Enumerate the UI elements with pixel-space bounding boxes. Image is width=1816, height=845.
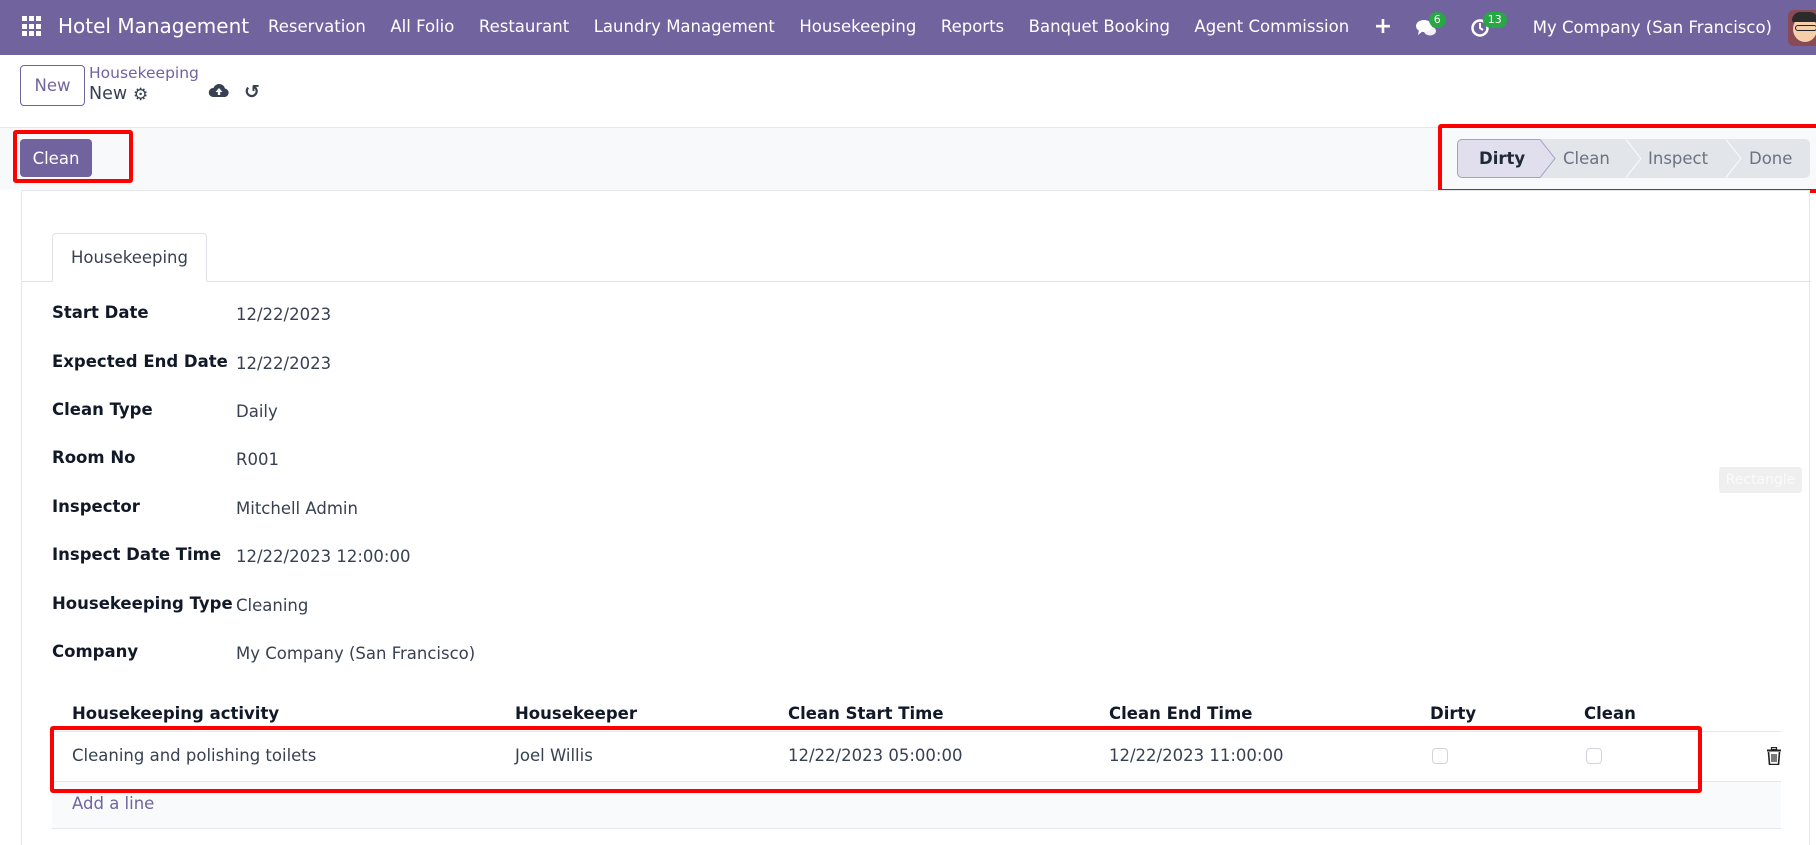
stage-separator <box>1540 139 1556 178</box>
plus-icon[interactable]: + <box>1374 14 1392 39</box>
menu-agent-commission[interactable]: Agent Commission <box>1194 17 1349 42</box>
field-clean-type: Clean Type Daily <box>52 400 1752 424</box>
field-inspect-date-time: Inspect Date Time 12/22/2023 12:00:00 <box>52 545 1752 569</box>
menu-housekeeping[interactable]: Housekeeping <box>799 17 916 42</box>
user-avatar[interactable] <box>1788 9 1816 46</box>
stage-separator <box>1626 139 1642 178</box>
app-menu-grid-icon[interactable] <box>22 16 43 37</box>
add-line-row: Add a line <box>52 782 1781 829</box>
notebook-tabs: Housekeeping <box>22 233 1811 282</box>
cloud-upload-icon[interactable] <box>208 82 230 102</box>
clean-type-value[interactable]: Daily <box>236 402 278 421</box>
field-label: Room No <box>52 448 136 467</box>
menu-banquet-booking[interactable]: Banquet Booking <box>1029 17 1170 42</box>
clean-start-cell[interactable]: 12/22/2023 05:00:00 <box>788 746 962 765</box>
breadcrumb-parent[interactable]: Housekeeping <box>89 64 199 82</box>
table-row[interactable]: Cleaning and polishing toilets Joel Will… <box>52 731 1781 782</box>
control-panel: New Housekeeping New ⚙ ↺ <box>0 55 1816 128</box>
field-room-no: Room No R001 <box>52 448 1752 472</box>
field-label: Inspector <box>52 497 140 516</box>
messages-badge: 6 <box>1428 11 1446 28</box>
menu-reservation[interactable]: Reservation <box>268 17 366 42</box>
field-expected-end-date: Expected End Date 12/22/2023 <box>52 352 1752 376</box>
column-header[interactable]: Clean Start Time <box>788 704 944 723</box>
discard-icon[interactable]: ↺ <box>244 81 260 103</box>
company-switcher[interactable]: My Company (San Francisco) <box>1533 18 1772 37</box>
field-company: Company My Company (San Francisco) <box>52 642 1752 666</box>
inspect-date-time-value[interactable]: 12/22/2023 12:00:00 <box>236 547 410 566</box>
menu-laundry-management[interactable]: Laundry Management <box>594 17 775 42</box>
field-label: Inspect Date Time <box>52 545 222 564</box>
activities-button[interactable]: 13 <box>1465 11 1507 43</box>
form-sheet: Housekeeping Start Date 12/22/2023 Expec… <box>21 190 1811 845</box>
column-header[interactable]: Dirty <box>1430 704 1476 723</box>
dirty-checkbox[interactable] <box>1432 748 1448 764</box>
new-button[interactable]: New <box>20 65 85 106</box>
stage-label: Clean <box>1563 149 1610 168</box>
field-label: Housekeeping Type <box>52 594 233 613</box>
column-header[interactable]: Clean End Time <box>1109 704 1252 723</box>
column-header[interactable]: Clean <box>1584 704 1636 723</box>
stage-label: Dirty <box>1479 149 1526 168</box>
menu-all-folio[interactable]: All Folio <box>390 17 454 42</box>
app-title[interactable]: Hotel Management <box>58 14 249 38</box>
add-line-link[interactable]: Add a line <box>72 794 154 813</box>
stage-statusbar: Dirty Clean Inspect Done <box>1457 139 1810 178</box>
top-navbar: Hotel Management Reservation All Folio R… <box>0 0 1816 55</box>
systray: 6 13 My Company (San Francisco) <box>1411 0 1816 55</box>
housekeeper-cell[interactable]: Joel Willis <box>515 746 593 765</box>
breadcrumb-current: New <box>89 84 128 104</box>
column-header[interactable]: Housekeeper <box>515 704 637 723</box>
ghost-rectangle-label: Rectangle <box>1719 467 1802 493</box>
tab-housekeeping[interactable]: Housekeeping <box>52 233 207 282</box>
clean-action-button[interactable]: Clean <box>20 139 92 177</box>
stage-label: Done <box>1749 149 1793 168</box>
activities-badge: 13 <box>1482 11 1507 28</box>
field-label: Expected End Date <box>52 352 228 371</box>
activity-cell[interactable]: Cleaning and polishing toilets <box>72 746 316 765</box>
clean-end-cell[interactable]: 12/22/2023 11:00:00 <box>1109 746 1283 765</box>
clean-checkbox[interactable] <box>1586 748 1602 764</box>
inspector-value[interactable]: Mitchell Admin <box>236 499 358 518</box>
field-label: Start Date <box>52 303 149 322</box>
company-value[interactable]: My Company (San Francisco) <box>236 644 475 663</box>
stage-label: Inspect <box>1648 149 1709 168</box>
field-start-date: Start Date 12/22/2023 <box>52 303 1752 327</box>
menu-restaurant[interactable]: Restaurant <box>479 17 569 42</box>
start-date-value[interactable]: 12/22/2023 <box>236 305 331 324</box>
main-menu: Reservation All Folio Restaurant Laundry… <box>268 14 1417 42</box>
menu-reports[interactable]: Reports <box>941 17 1004 42</box>
gear-icon[interactable]: ⚙ <box>133 85 148 105</box>
stage-dirty[interactable]: Dirty <box>1457 139 1540 178</box>
expected-end-date-value[interactable]: 12/22/2023 <box>236 354 331 373</box>
field-inspector: Inspector Mitchell Admin <box>52 497 1752 521</box>
messages-button[interactable]: 6 <box>1411 11 1446 43</box>
stage-separator <box>1726 139 1742 178</box>
field-label: Company <box>52 642 139 661</box>
trash-icon[interactable] <box>1767 747 1781 765</box>
housekeeping-type-value[interactable]: Cleaning <box>236 596 308 615</box>
column-header[interactable]: Housekeeping activity <box>72 704 279 723</box>
room-no-value[interactable]: R001 <box>236 450 279 469</box>
table-header: Housekeeping activity Housekeeper Clean … <box>52 696 1781 732</box>
form-statusbar-row: Clean Dirty Clean Inspect Done <box>0 124 1816 193</box>
field-label: Clean Type <box>52 400 153 419</box>
field-housekeeping-type: Housekeeping Type Cleaning <box>52 594 1752 618</box>
